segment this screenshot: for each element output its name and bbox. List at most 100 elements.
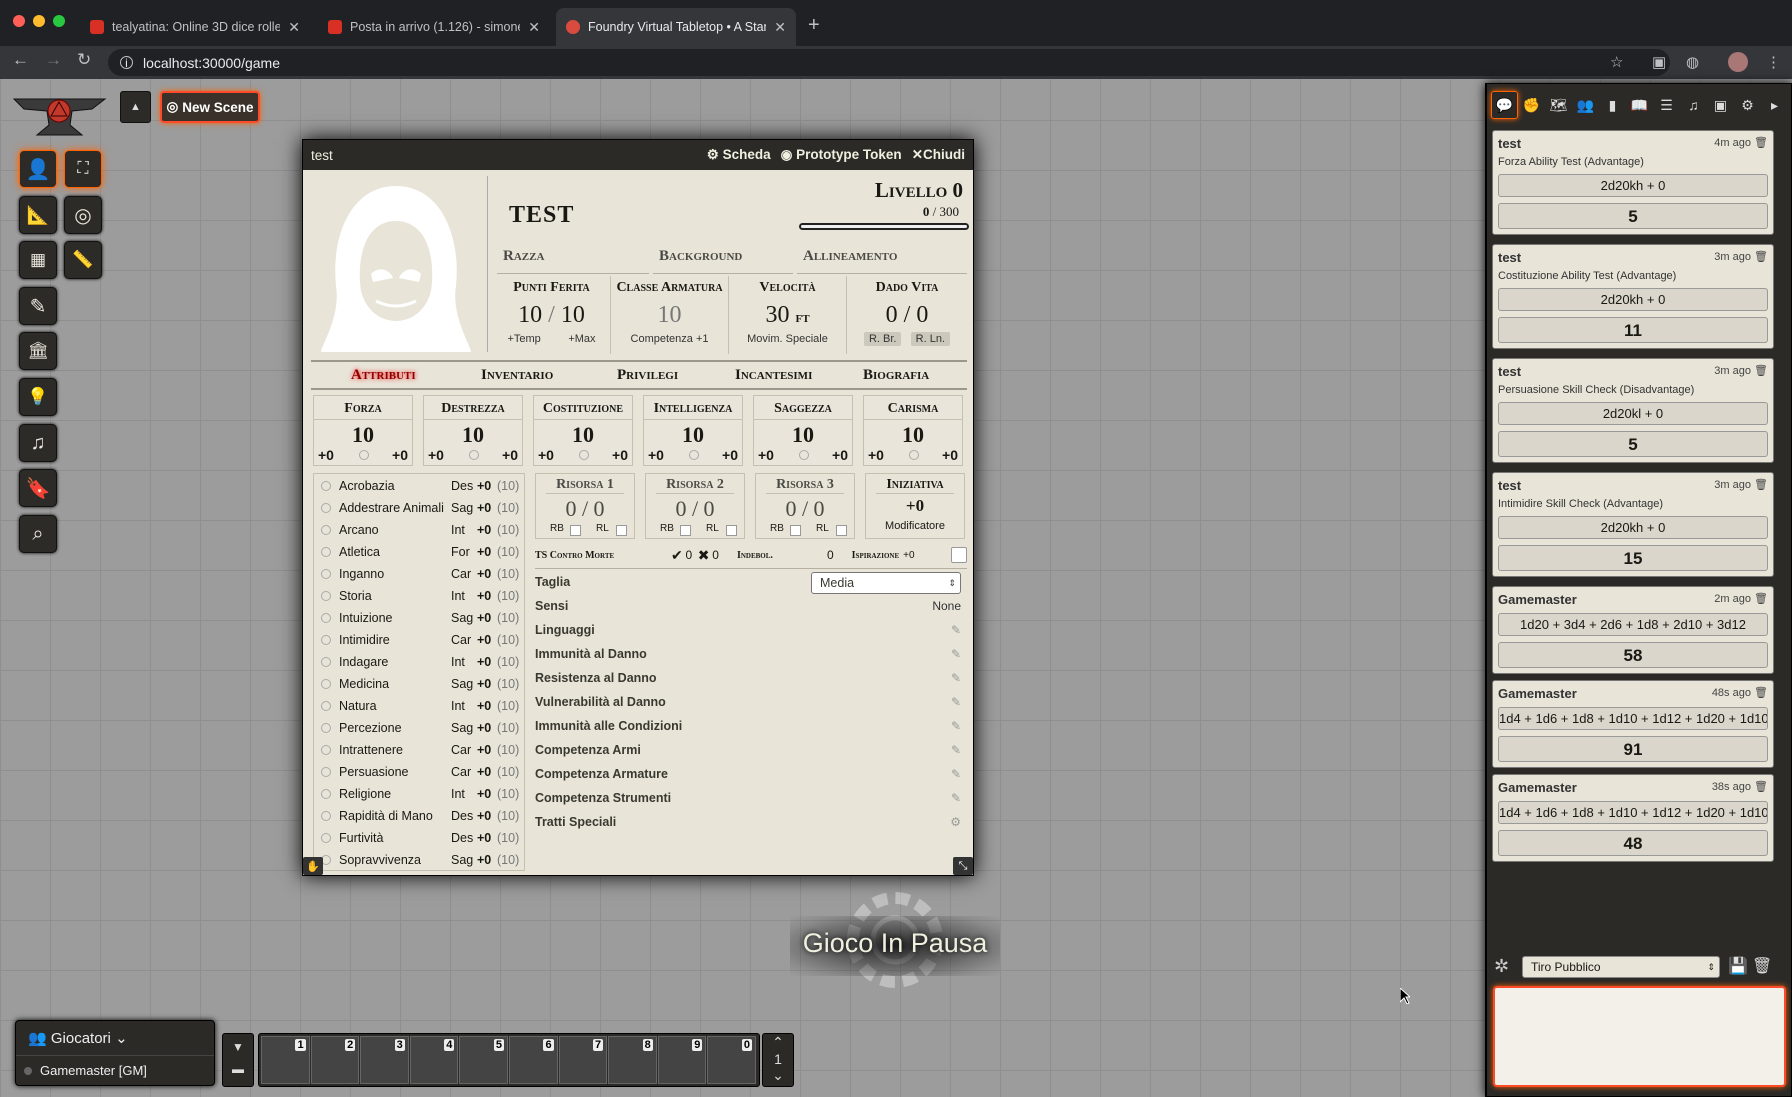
ability-save[interactable]: +0 — [612, 447, 628, 463]
ability-name[interactable]: Forza — [314, 401, 412, 420]
roll-formula[interactable]: 2d20kh + 0 — [1498, 288, 1768, 311]
tab-features[interactable]: Privilegi — [617, 367, 678, 384]
initiative-mod-label[interactable]: Modificatore — [866, 520, 964, 532]
edit-icon[interactable]: ✎ — [951, 671, 961, 685]
tables-tab-icon[interactable]: ☰ — [1653, 91, 1680, 119]
ability-score[interactable]: 10 — [534, 422, 632, 448]
macro-slot[interactable]: 8 — [608, 1036, 657, 1084]
exhaustion-value[interactable]: 0 — [827, 548, 834, 562]
ability-save[interactable]: +0 — [392, 447, 408, 463]
trash-icon[interactable]: 🗑 — [1754, 137, 1768, 149]
skill-prof-toggle[interactable] — [321, 613, 331, 623]
skill-name[interactable]: Atletica — [339, 545, 451, 559]
extension-icon[interactable]: ▣ — [1652, 53, 1666, 71]
chat-tab-icon[interactable]: 💬 — [1491, 91, 1518, 119]
macro-slot[interactable]: 0 — [707, 1036, 756, 1084]
skill-name[interactable]: Acrobazia — [339, 479, 451, 493]
skill-row[interactable]: Atletica For +0 (10) — [314, 541, 526, 563]
trash-icon[interactable]: 🗑 — [1754, 365, 1768, 377]
resize-handle-icon[interactable]: ⤡ — [953, 857, 973, 875]
caret-down-icon[interactable]: ▼ — [223, 1040, 253, 1054]
death-saves-label[interactable]: TS Contro Morte — [535, 550, 671, 561]
skill-prof-toggle[interactable] — [321, 569, 331, 579]
speed-value[interactable]: 30 — [765, 302, 789, 328]
roll-total[interactable]: 48 — [1498, 830, 1768, 856]
chat-message-input[interactable] — [1493, 986, 1786, 1087]
compendium-tab-icon[interactable]: ▣ — [1707, 91, 1734, 119]
roll-formula[interactable]: 1d4 + 1d6 + 1d8 + 1d10 + 1d12 + 1d20 + 1… — [1498, 707, 1768, 730]
skill-row[interactable]: Natura Int +0 (10) — [314, 695, 526, 717]
skill-row[interactable]: Rapidità di Mano Des +0 (10) — [314, 805, 526, 827]
skill-prof-toggle[interactable] — [321, 591, 331, 601]
long-rest-checkbox[interactable] — [616, 525, 627, 536]
skill-prof-toggle[interactable] — [321, 679, 331, 689]
settings-tab-icon[interactable]: ⚙ — [1734, 91, 1761, 119]
fullscreen-button[interactable]: ⛶ — [64, 150, 102, 188]
skill-prof-toggle[interactable] — [321, 723, 331, 733]
macro-slot[interactable]: 1 — [261, 1036, 310, 1084]
ability-name[interactable]: Saggezza — [754, 401, 852, 420]
skill-name[interactable]: Persuasione — [339, 765, 451, 779]
resource-value[interactable]: 0 / 0 — [646, 496, 744, 522]
close-window-button[interactable] — [13, 15, 25, 27]
trash-icon[interactable]: 🗑 — [1752, 956, 1772, 976]
race-field[interactable]: Razza — [497, 240, 649, 274]
reload-icon[interactable]: ↻ — [77, 50, 91, 70]
walls-button[interactable]: 🏛 — [19, 332, 57, 370]
playlists-tab-icon[interactable]: ♫ — [1680, 91, 1707, 119]
lighting-button[interactable]: 💡 — [19, 378, 57, 416]
tiles-button[interactable]: ▦ — [19, 241, 57, 279]
skill-row[interactable]: Religione Int +0 (10) — [314, 783, 526, 805]
macro-slot[interactable]: 9 — [657, 1036, 707, 1084]
roll-total[interactable]: 5 — [1498, 431, 1768, 457]
close-tab-icon[interactable]: ✕ — [288, 19, 300, 36]
foundry-logo-icon[interactable] — [12, 91, 107, 143]
skill-name[interactable]: Furtività — [339, 831, 451, 845]
edit-icon[interactable]: ✎ — [951, 791, 961, 805]
edit-icon[interactable]: ✎ — [951, 695, 961, 709]
hand-icon[interactable]: ✋ — [303, 857, 323, 875]
hp-value[interactable]: 10 — [518, 302, 542, 328]
save-prof-toggle[interactable] — [799, 450, 809, 460]
menu-icon[interactable]: ⋮ — [1766, 53, 1781, 71]
ability-score[interactable]: 10 — [754, 422, 852, 448]
ability-name[interactable]: Carisma — [864, 401, 962, 420]
roll-mode-select[interactable]: Tiro Pubblico ⇕ — [1522, 956, 1720, 978]
skill-prof-toggle[interactable] — [321, 767, 331, 777]
skill-row[interactable]: Furtività Des +0 (10) — [314, 827, 526, 849]
measure-button[interactable]: 📐 — [19, 196, 57, 234]
skill-row[interactable]: Medicina Sag +0 (10) — [314, 673, 526, 695]
skill-row[interactable]: Addestrare Animali Sag +0 (10) — [314, 497, 526, 519]
resource-value[interactable]: 0 / 0 — [756, 496, 854, 522]
hp-temp[interactable]: +Temp — [507, 333, 540, 345]
short-rest-checkbox[interactable] — [570, 525, 581, 536]
skill-row[interactable]: Intrattenere Car +0 (10) — [314, 739, 526, 761]
folder-icon[interactable]: ▬ — [223, 1062, 253, 1076]
ability-score[interactable]: 10 — [314, 422, 412, 448]
tab-inventory[interactable]: Inventario — [481, 367, 553, 384]
senses-value[interactable]: None — [932, 599, 961, 613]
forward-icon[interactable]: → — [45, 50, 62, 70]
page-up-icon[interactable]: ⌃ — [763, 1034, 793, 1051]
ability-score[interactable]: 10 — [644, 422, 742, 448]
short-rest-checkbox[interactable] — [790, 525, 801, 536]
skill-prof-toggle[interactable] — [321, 635, 331, 645]
back-icon[interactable]: ← — [12, 50, 29, 70]
ability-save[interactable]: +0 — [722, 447, 738, 463]
save-prof-toggle[interactable] — [579, 450, 589, 460]
edit-icon[interactable]: ✎ — [951, 623, 961, 637]
player-item[interactable]: Gamemaster [GM] — [16, 1056, 214, 1085]
resource-label[interactable]: Risorsa 2 — [655, 477, 735, 494]
skill-prof-toggle[interactable] — [321, 481, 331, 491]
edit-icon[interactable]: ✎ — [951, 647, 961, 661]
edit-icon[interactable]: ✎ — [951, 767, 961, 781]
ruler-button[interactable]: 📏 — [64, 241, 102, 279]
macro-slot[interactable]: 5 — [459, 1036, 508, 1084]
skill-name[interactable]: Intimidire — [339, 633, 451, 647]
long-rest-checkbox[interactable] — [726, 525, 737, 536]
tab-biography[interactable]: Biografia — [863, 367, 929, 384]
alignment-field[interactable]: Allineamento — [797, 240, 967, 274]
skill-row[interactable]: Persuasione Car +0 (10) — [314, 761, 526, 783]
save-prof-toggle[interactable] — [689, 450, 699, 460]
ability-save[interactable]: +0 — [832, 447, 848, 463]
